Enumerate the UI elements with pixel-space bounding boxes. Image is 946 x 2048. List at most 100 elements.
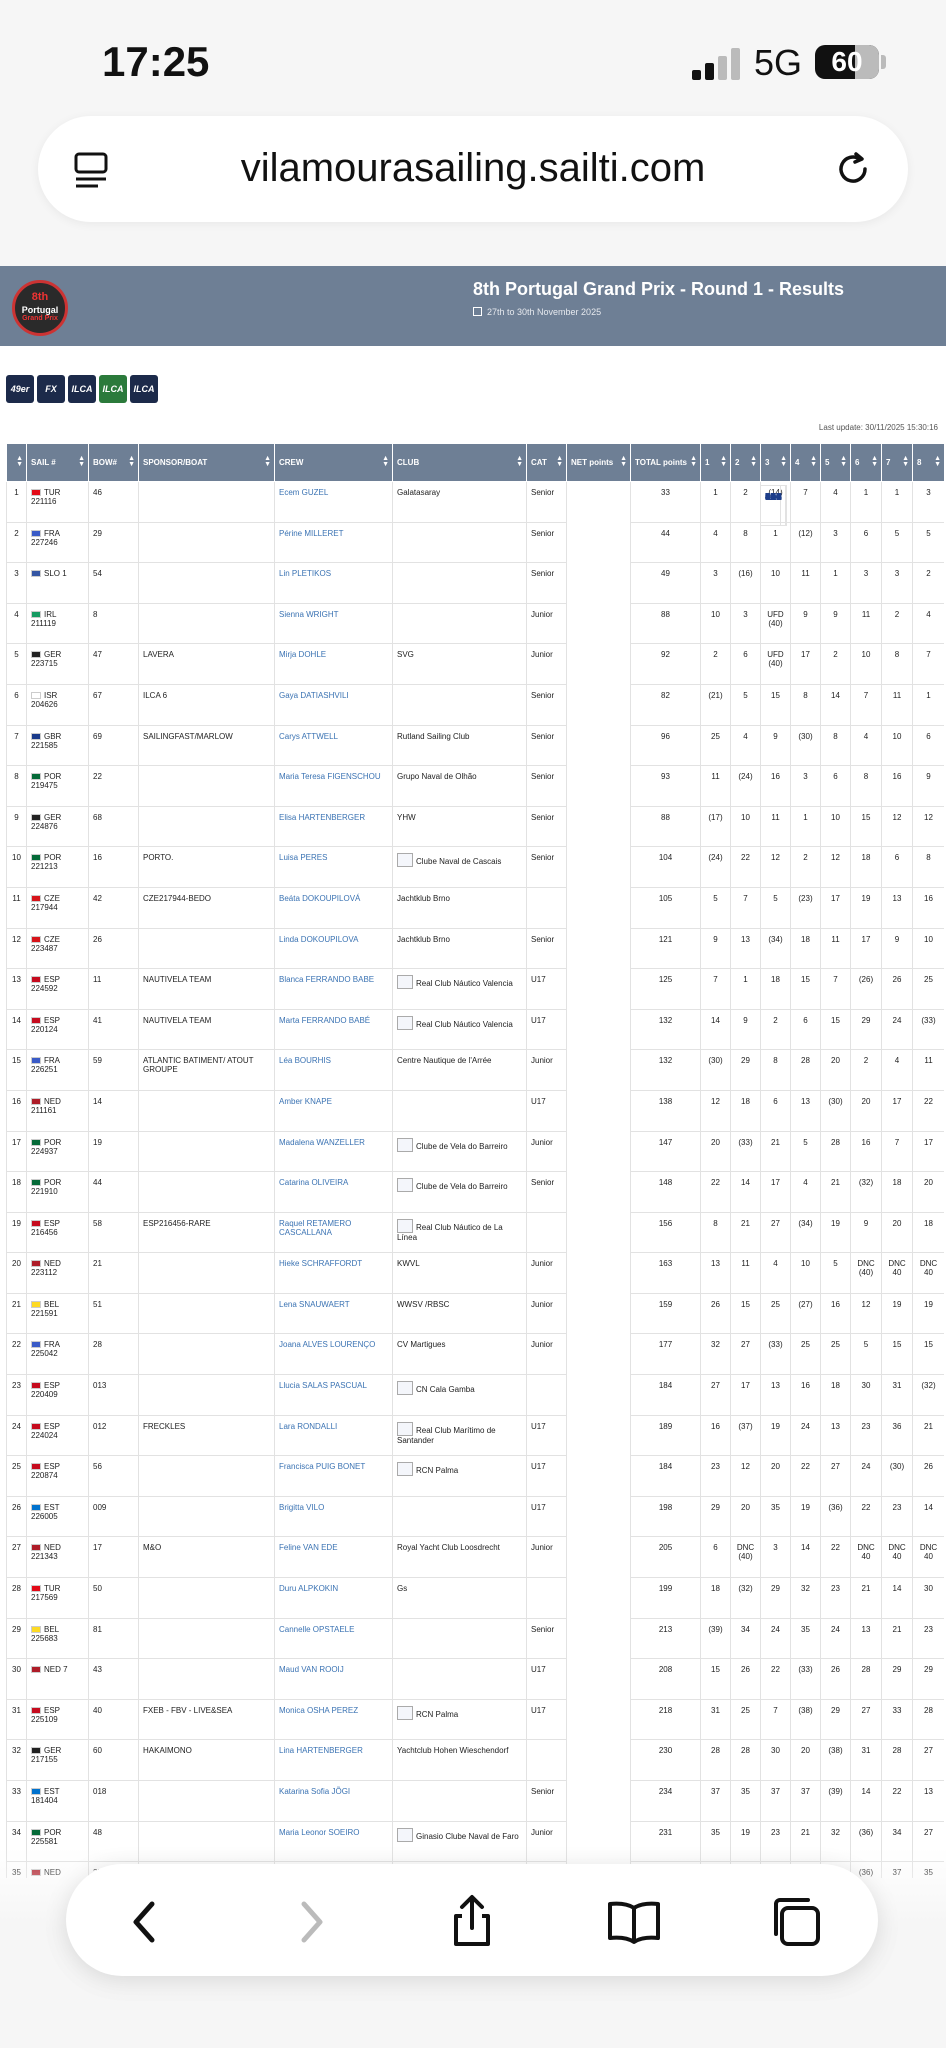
table-row[interactable]: 19 ESP 216456 58 ESP216456-RARE Raquel RETAM…: [6, 485, 944, 1254]
table-row[interactable]: 25 ESP 220874 56 Francisca PUIG BONET RCN Pa…: [6, 485, 944, 1497]
table-row[interactable]: 22 FRA 225042 28 Joana ALVES LOURENÇO CV Mar…: [6, 485, 944, 1376]
crew-cell[interactable]: Marta FERRANDO BABÉ: [274, 1008, 393, 1051]
table-row[interactable]: 12 CZE 223487 26 Linda DOKOUPILOVA Jachtklub…: [6, 485, 944, 970]
class-tab-ilca7[interactable]: ILCA 7: [68, 375, 96, 403]
sort-icon[interactable]: ▲ ▼: [720, 455, 727, 468]
column-header-11[interactable]: 3 ▲ ▼: [760, 443, 791, 482]
crew-cell[interactable]: Maud VAN ROOIJ: [274, 1658, 393, 1700]
sort-icon[interactable]: ▲ ▼: [750, 455, 757, 468]
crew-cell[interactable]: Joana ALVES LOURENÇO: [274, 1333, 393, 1376]
crew-cell[interactable]: Sienna WRIGHT: [274, 602, 393, 645]
sort-icon[interactable]: ▲ ▼: [902, 455, 909, 468]
class-tab-ilca6-u[interactable]: ILCA 6: [130, 375, 158, 403]
sort-icon[interactable]: ▲ ▼: [16, 455, 23, 468]
crew-cell[interactable]: Francisca PUIG BONET: [274, 1455, 393, 1497]
column-header-7[interactable]: NET points ▲ ▼: [566, 443, 631, 482]
sort-icon[interactable]: ▲ ▼: [128, 455, 135, 468]
table-row[interactable]: 2 FRA 227246 29 Périne MILLERET Senior 32 44 4 8…: [6, 485, 944, 564]
crew-cell[interactable]: Madalena WANZELLER: [274, 1130, 393, 1173]
column-header-6[interactable]: CAT ▲ ▼: [526, 443, 567, 482]
table-row[interactable]: 15 FRA 226251 59 ATLANTIC BATIMENT/ ATOUT G…: [6, 485, 944, 1091]
table-row[interactable]: 21 BEL 221591 51 Lena SNAUWAERT WWSV /RBSC Ju…: [6, 485, 944, 1335]
table-row[interactable]: 24 ESP 224024 012 FRECKLES Lara RONDALLI Real…: [6, 485, 944, 1457]
sort-icon[interactable]: ▲ ▼: [690, 455, 697, 468]
crew-cell[interactable]: Cannelle OPSTAELE: [274, 1617, 393, 1660]
table-row[interactable]: 32 GER 217155 60 HAKAIMONO Lina HARTENBERGER…: [6, 485, 944, 1781]
column-header-15[interactable]: 7 ▲ ▼: [881, 443, 913, 482]
crew-cell[interactable]: Amber KNAPE: [274, 1089, 393, 1132]
table-row[interactable]: 10 POR 221213 16 PORTO. Luisa PERES Clube Nav…: [6, 485, 944, 888]
sort-icon[interactable]: ▲ ▼: [934, 455, 941, 468]
sort-icon[interactable]: ▲ ▼: [840, 455, 847, 468]
crew-cell[interactable]: Mirja DOHLE: [274, 643, 393, 685]
crew-cell[interactable]: Elisa HARTENBERGER: [274, 805, 393, 848]
column-header-14[interactable]: 6 ▲ ▼: [850, 443, 882, 482]
sort-icon[interactable]: ▲ ▼: [516, 455, 523, 468]
crew-cell[interactable]: Maria Teresa FIGENSCHOU: [274, 765, 393, 807]
crew-cell[interactable]: Carys ATTWELL: [274, 724, 393, 767]
crew-cell[interactable]: Katarina Sofia JÕGI: [274, 1780, 393, 1822]
crew-cell[interactable]: Lara RONDALLI: [274, 1414, 393, 1457]
table-row[interactable]: 28 TUR 217569 50 Duru ALPKOKIN Gs 167 199 18 (32…: [6, 485, 944, 1619]
table-row[interactable]: 7 GBR 221585 69 SAILINGFAST/MARLOW Carys ATT…: [6, 485, 944, 767]
column-header-4[interactable]: CREW ▲ ▼: [274, 443, 393, 482]
table-row[interactable]: 3 SLO 1 54 Lin PLETIKOS Senior 33 49 3 (16) 10 11 1…: [6, 485, 944, 604]
share-icon[interactable]: [442, 1892, 502, 1952]
table-row[interactable]: 20 NED 223112 21 Hieke SCHRAFFORDT KWVL Junio…: [6, 485, 944, 1294]
bookmarks-icon[interactable]: [604, 1892, 664, 1952]
table-row[interactable]: 1 TUR 221116 46 Ecem GUZEL Galatasaray Senior…: [6, 481, 944, 526]
crew-cell[interactable]: Luisa PERES: [274, 846, 393, 888]
column-header-5[interactable]: CLUB ▲ ▼: [392, 443, 527, 482]
crew-cell[interactable]: Lina HARTENBERGER: [274, 1739, 393, 1781]
table-row[interactable]: 27 NED 221343 17 M&O Feline VAN EDE Royal Yac…: [6, 485, 944, 1579]
column-header-9[interactable]: 1 ▲ ▼: [700, 443, 731, 482]
crew-cell[interactable]: Gaya DATIASHVILI: [274, 683, 393, 726]
crew-cell[interactable]: Lin PLETIKOS: [274, 562, 393, 604]
crew-cell[interactable]: Duru ALPKOKIN: [274, 1577, 393, 1619]
table-row[interactable]: 9 GER 224876 68 Elisa HARTENBERGER YHW Senior…: [6, 485, 944, 848]
table-row[interactable]: 31 ESP 225109 40 FXEB - FBV - LIVE&SEA Monic…: [6, 485, 944, 1741]
event-logo[interactable]: 8th Portugal Grand Prix: [12, 280, 68, 336]
column-header-2[interactable]: BOW# ▲ ▼: [88, 443, 139, 482]
table-row[interactable]: 4 IRL 211119 8 Sienna WRIGHT Junior 48 88 10 3 UF…: [6, 485, 944, 645]
crew-cell[interactable]: Feline VAN EDE: [274, 1536, 393, 1579]
column-header-3[interactable]: SPONSOR/BOAT ▲ ▼: [138, 443, 275, 482]
table-row[interactable]: 18 POR 221910 44 Catarina OLIVEIRA Clube de …: [6, 485, 944, 1213]
crew-cell[interactable]: Monica OSHA PEREZ: [274, 1698, 393, 1741]
crew-cell[interactable]: Linda DOKOUPILOVA: [274, 927, 393, 970]
sort-icon[interactable]: ▲ ▼: [78, 455, 85, 468]
column-header-16[interactable]: 8 ▲ ▼: [912, 443, 944, 482]
crew-cell[interactable]: Léa BOURHIS: [274, 1049, 393, 1091]
sort-icon[interactable]: ▲ ▼: [871, 455, 878, 468]
crew-cell[interactable]: Lena SNAUWAERT: [274, 1292, 393, 1335]
crew-cell[interactable]: Périne MILLERET: [274, 521, 393, 564]
table-row[interactable]: 14 ESP 220124 41 NAUTIVELA TEAM Marta FERRAN…: [6, 485, 944, 1051]
table-row[interactable]: 26 EST 226005 009 Brigitta VILO U17 162 198 29 2…: [6, 485, 944, 1538]
results-table-container[interactable]: ▲ ▼ SAIL # ▲ ▼ BOW# ▲ ▼ SPONSOR/BOAT ▲ ▼ CREW ▲ ▼ CLUB…: [6, 443, 944, 1878]
tabs-icon[interactable]: [766, 1892, 826, 1952]
crew-cell[interactable]: Ecem GUZEL: [274, 481, 393, 523]
back-icon[interactable]: [116, 1892, 176, 1952]
column-header-12[interactable]: 4 ▲ ▼: [790, 443, 821, 482]
table-row[interactable]: 16 NED 211161 14 Amber KNAPE U17 108 138 12 18 6 1…: [6, 485, 944, 1132]
table-row[interactable]: 8 POR 219475 22 Maria Teresa FIGENSCHOU Grup…: [6, 485, 944, 807]
column-header-13[interactable]: 5 ▲ ▼: [820, 443, 851, 482]
sort-icon[interactable]: ▲ ▼: [620, 455, 627, 468]
class-tab-49er[interactable]: 49er: [6, 375, 34, 403]
crew-cell[interactable]: Beáta DOKOUPILOVÁ: [274, 886, 393, 929]
sort-icon[interactable]: ▲ ▼: [810, 455, 817, 468]
crew-cell[interactable]: Catarina OLIVEIRA: [274, 1171, 393, 1213]
sort-icon[interactable]: ▲ ▼: [780, 455, 787, 468]
column-header-1[interactable]: SAIL # ▲ ▼: [26, 443, 89, 482]
sort-icon[interactable]: ▲ ▼: [264, 455, 271, 468]
table-row[interactable]: 13 ESP 224592 11 NAUTIVELA TEAM Blanca FERRA…: [6, 485, 944, 1010]
address-bar[interactable]: vilamourasailing.sailti.com: [38, 116, 908, 222]
column-header-10[interactable]: 2 ▲ ▼: [730, 443, 761, 482]
reload-icon[interactable]: [832, 148, 874, 190]
table-row[interactable]: 29 BEL 225683 81 Cannelle OPSTAELE Senior 174…: [6, 485, 944, 1660]
crew-cell[interactable]: Brigitta VILO: [274, 1495, 393, 1538]
column-header-8[interactable]: TOTAL points ▲ ▼: [630, 443, 701, 482]
class-tab-ilca6-selected[interactable]: ILCA 6: [99, 375, 127, 403]
table-row[interactable]: 5 GER 223715 47 LAVERA Mirja DOHLE SVG Junior 5…: [6, 485, 944, 685]
table-row[interactable]: 17 POR 224937 19 Madalena WANZELLER Clube de…: [6, 485, 944, 1173]
